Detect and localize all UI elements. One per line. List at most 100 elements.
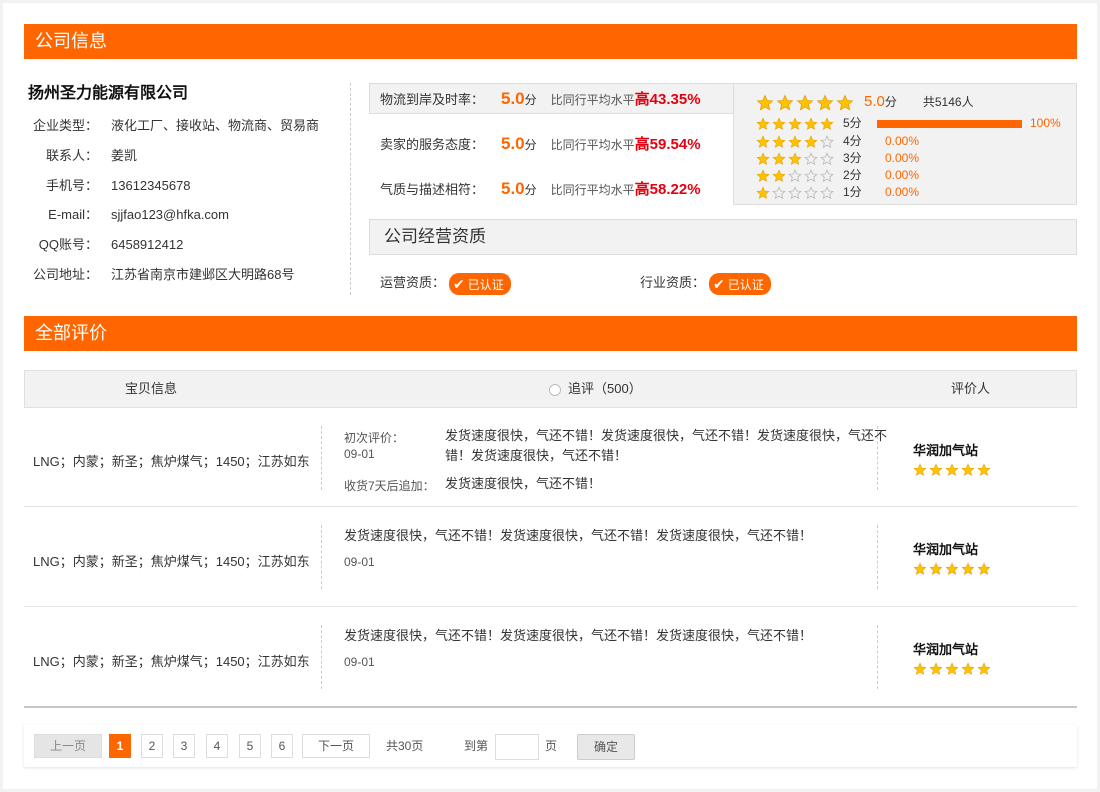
info-key: 联系人： xyxy=(45,148,98,163)
info-row-address: 公司地址： 江苏省南京市建邺区大明路68号 xyxy=(28,265,294,285)
reviews-table-header: 宝贝信息 追评（500） 评价人 xyxy=(24,370,1077,408)
star-empty-icon xyxy=(820,134,834,148)
reviewer-name: 华润加气站 xyxy=(913,443,979,458)
info-value: 13612345678 xyxy=(111,178,191,193)
star-filled-icon xyxy=(961,662,975,675)
avg-score: 5.0 xyxy=(864,93,885,110)
page-1-button[interactable]: 1 xyxy=(109,734,131,758)
first-review-label: 初次评价： xyxy=(344,431,405,445)
confirm-button[interactable]: 确定 xyxy=(577,734,635,760)
info-row-email: E-mail： sjjfao123@hfka.com xyxy=(28,205,229,225)
review-date: 09-01 xyxy=(344,655,375,669)
compare-percent: 高58.22% xyxy=(634,181,701,198)
info-key: 手机号： xyxy=(45,178,98,193)
star-filled-icon xyxy=(820,117,834,130)
page-unit-label: 页 xyxy=(545,739,558,753)
row-divider xyxy=(321,625,322,689)
followup-filter[interactable]: 追评（500） xyxy=(549,371,642,407)
company-name: 扬州圣力能源有限公司 xyxy=(28,85,189,102)
info-value: 江苏省南京市建邺区大明路68号 xyxy=(111,267,295,282)
rating-summary: 5.0分 共5146人 xyxy=(756,92,974,112)
score-value: 5.0 xyxy=(501,89,525,108)
page-3-button[interactable]: 3 xyxy=(173,734,195,758)
review-row: LNG；内蒙；新圣；焦炉煤气；1450；江苏如东 初次评价： 09-01 发货速… xyxy=(24,408,1077,507)
rating-stars xyxy=(756,167,840,184)
rating-stars xyxy=(756,184,840,201)
review-text: 发货速度很快，气还不错！发货速度很快，气还不错！发货速度很快，气还不错！ xyxy=(344,528,813,543)
page-2-button[interactable]: 2 xyxy=(141,734,163,758)
star-filled-icon xyxy=(816,94,834,111)
verified-badge: ✔ 已认证 xyxy=(449,272,511,295)
rating-label: 4分 xyxy=(843,134,862,148)
star-filled-icon xyxy=(756,94,774,111)
star-filled-icon xyxy=(776,94,794,111)
page-6-button[interactable]: 6 xyxy=(271,734,293,758)
info-key: 公司地址： xyxy=(32,267,98,282)
star-filled-icon xyxy=(756,186,770,199)
page-5-button[interactable]: 5 xyxy=(239,734,261,758)
star-empty-icon xyxy=(772,185,786,199)
score-value: 5.0 xyxy=(501,134,525,153)
radio-button[interactable] xyxy=(549,383,561,396)
compare-percent: 高59.54% xyxy=(634,136,701,153)
row-divider xyxy=(321,525,322,589)
star-filled-icon xyxy=(772,135,786,148)
rating-line-5: 5分 100% xyxy=(756,115,1061,132)
prev-page-button[interactable]: 上一页 xyxy=(34,734,102,758)
info-value: 姜凯 xyxy=(111,148,138,163)
star-filled-icon xyxy=(977,662,991,675)
rating-percent: 0.00% xyxy=(885,185,920,199)
star-filled-icon xyxy=(929,562,943,575)
star-filled-icon xyxy=(913,562,927,575)
rating-label: 1分 xyxy=(843,185,862,199)
star-filled-icon xyxy=(945,662,959,675)
star-filled-icon xyxy=(929,463,943,476)
score-label: 卖家的服务态度： xyxy=(380,137,485,152)
rating-label: 2分 xyxy=(843,168,862,182)
goto-label: 到第 xyxy=(464,739,489,753)
review-row: LNG；内蒙；新圣；焦炉煤气；1450；江苏如东 发货速度很快，气还不错！发货速… xyxy=(24,607,1077,706)
badge-text: 已认证 xyxy=(467,277,504,292)
score-value: 5.0 xyxy=(501,179,525,198)
info-value: 液化工厂、接收站、物流商、贸易商 xyxy=(111,118,320,133)
star-filled-icon xyxy=(772,117,786,130)
star-empty-icon xyxy=(788,168,802,182)
compare-text: 比同行平均水平 xyxy=(550,183,635,197)
star-filled-icon xyxy=(756,135,770,148)
rating-percent: 100% xyxy=(1030,116,1061,130)
score-unit: 分 xyxy=(524,93,537,107)
row-divider xyxy=(321,426,322,490)
review-row: LNG；内蒙；新圣；焦炉煤气；1450；江苏如东 发货速度很快，气还不错！发货速… xyxy=(24,507,1077,607)
avg-unit: 分 xyxy=(884,95,897,109)
qualification-operation: 运营资质： ✔ 已认证 xyxy=(380,271,511,295)
star-empty-icon xyxy=(820,185,834,199)
score-panel: 物流到岸及时率： 5.0分 比同行平均水平高43.35% 卖家的服务态度： 5.0分比… xyxy=(369,80,1077,205)
page-4-button[interactable]: 4 xyxy=(206,734,228,758)
rating-bar xyxy=(877,119,1022,128)
rating-percent: 0.00% xyxy=(885,168,920,182)
rating-label: 5分 xyxy=(843,116,862,130)
info-row-qq: QQ账号： 6458912412 xyxy=(28,235,184,255)
table-bottom-border xyxy=(24,706,1077,708)
page: 公司信息 扬州圣力能源有限公司 企业类型： 液化工厂、接收站、物流商、贸易商 联… xyxy=(3,3,1097,789)
score-label: 气质与描述相符： xyxy=(380,182,485,197)
star-empty-icon xyxy=(804,185,818,199)
star-empty-icon xyxy=(804,151,818,165)
reviews-header: 全部评价 xyxy=(24,316,1077,351)
rating-line-3: 3分 0.00% xyxy=(756,150,919,167)
info-divider xyxy=(350,83,351,295)
next-page-button[interactable]: 下一页 xyxy=(302,734,370,758)
row-divider xyxy=(877,625,878,689)
review-date: 09-01 xyxy=(344,555,375,569)
star-filled-icon xyxy=(977,562,991,575)
star-filled-icon xyxy=(772,169,786,182)
score-unit: 分 xyxy=(524,183,537,197)
followup-label: 追评（500） xyxy=(568,381,642,396)
info-value: sjjfao123@hfka.com xyxy=(111,207,229,222)
page-number-input[interactable] xyxy=(495,734,539,760)
reviewer-stars xyxy=(913,461,993,477)
score-row-description: 气质与描述相符： 5.0分 比同行平均水平高58.22% xyxy=(380,179,701,199)
star-filled-icon xyxy=(756,152,770,165)
star-filled-icon xyxy=(945,562,959,575)
reviewer-stars xyxy=(913,660,993,676)
